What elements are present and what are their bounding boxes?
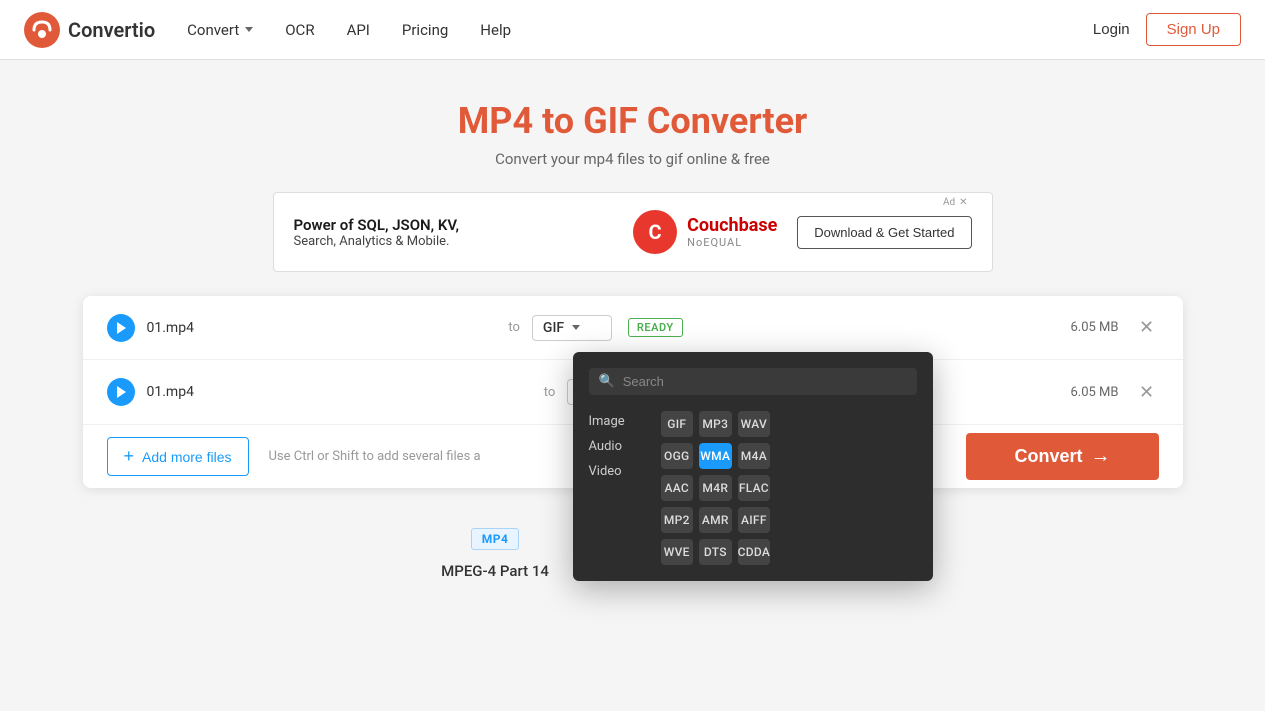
main-nav: Convert OCR API Pricing Help: [187, 21, 1093, 39]
category-list: Image Audio Video: [589, 411, 649, 565]
format-grid: GIFMP3WAV OGGWMAM4A AACM4RFLAC MP2AMRAIFF WV…: [661, 411, 771, 565]
search-container: 🔍: [589, 368, 917, 395]
nav-help[interactable]: Help: [480, 21, 511, 39]
file-name-1: 01.mp4: [147, 320, 497, 336]
couchbase-tagline: NoEQUAL: [687, 236, 777, 249]
category-image[interactable]: Image: [589, 411, 649, 432]
format-chip-m4r[interactable]: M4R: [699, 475, 732, 501]
converter-area: 01.mp4 to GIF READY 6.05 MB 01.mp4 to GI…: [83, 296, 1183, 488]
format-select-1[interactable]: GIF: [532, 315, 612, 341]
format-chip-dts[interactable]: DTS: [699, 539, 732, 565]
ready-badge-1: READY: [628, 318, 683, 337]
info-card-mp4: MP4 MPEG-4 Part 14: [441, 528, 549, 580]
format-select-text-1: GIF: [543, 320, 564, 336]
format-chip-mp2[interactable]: MP2: [661, 507, 694, 533]
play-button-2[interactable]: [107, 378, 135, 406]
format-chip-gif[interactable]: GIF: [661, 411, 694, 437]
file-row: 01.mp4 to GIF READY 6.05 MB: [83, 296, 1183, 360]
close-icon: [1139, 382, 1154, 403]
nav-convert[interactable]: Convert: [187, 21, 253, 39]
format-chip-mp3[interactable]: MP3: [699, 411, 732, 437]
format-chip-aiff[interactable]: AIFF: [738, 507, 771, 533]
dropdown-body: Image Audio Video GIFMP3WAVOGGWMAM4AAACM…: [589, 411, 917, 565]
ad-inner: Power of SQL, JSON, KV, Search, Analytic…: [274, 210, 992, 254]
to-label-1: to: [508, 320, 520, 335]
file-name-2: 01.mp4: [147, 384, 532, 400]
ad-banner: Ad ✕ Power of SQL, JSON, KV, Search, Ana…: [273, 192, 993, 272]
page-subtitle: Convert your mp4 files to gif online & f…: [20, 150, 1245, 168]
format-chip-aac[interactable]: AAC: [661, 475, 694, 501]
ad-badge: Ad ✕: [943, 197, 968, 208]
category-video[interactable]: Video: [589, 461, 649, 482]
page-title: MP4 to GIF Converter: [20, 100, 1245, 142]
ad-headline: Power of SQL, JSON, KV,: [294, 216, 614, 234]
format-dropdown: 🔍 Image Audio Video GIFMP3WAV OGGWMAM4A AA…: [573, 352, 933, 581]
ad-logo: C Couchbase NoEQUAL: [633, 210, 777, 254]
mp4-badge: MP4: [471, 528, 520, 550]
add-files-label: Add more files: [142, 449, 231, 465]
logo[interactable]: Convertio: [24, 12, 155, 48]
to-label-2: to: [544, 385, 556, 400]
chevron-down-icon: [572, 325, 580, 330]
main-content: MP4 to GIF Converter Convert your mp4 fi…: [0, 60, 1265, 620]
ad-close-icon[interactable]: ✕: [959, 197, 967, 208]
format-chip-m4a[interactable]: M4A: [738, 443, 771, 469]
ad-cta-button[interactable]: Download & Get Started: [797, 216, 971, 249]
couchbase-logo-icon: C: [633, 210, 677, 254]
nav-pricing[interactable]: Pricing: [402, 21, 448, 39]
format-chip-flac[interactable]: FLAC: [738, 475, 771, 501]
file-size-1: 6.05 MB: [1049, 320, 1119, 335]
close-button-2[interactable]: [1135, 380, 1159, 404]
ad-subtext: Search, Analytics & Mobile.: [294, 234, 614, 249]
search-icon: 🔍: [599, 374, 615, 389]
convert-button[interactable]: Convert →: [966, 433, 1158, 480]
header: Convertio Convert OCR API Pricing Help L…: [0, 0, 1265, 60]
add-files-button[interactable]: + Add more files: [107, 437, 249, 476]
nav-ocr[interactable]: OCR: [285, 21, 314, 39]
play-icon: [117, 322, 126, 334]
play-icon: [117, 386, 126, 398]
convert-label: Convert: [1014, 446, 1082, 467]
logo-text: Convertio: [68, 18, 155, 42]
format-chip-cdda[interactable]: CDDA: [738, 539, 771, 565]
close-button-1[interactable]: [1135, 316, 1159, 340]
format-chip-ogg[interactable]: OGG: [661, 443, 694, 469]
format-chip-amr[interactable]: AMR: [699, 507, 732, 533]
convert-arrow-icon: →: [1091, 445, 1111, 468]
format-chip-wav[interactable]: WAV: [738, 411, 771, 437]
play-button-1[interactable]: [107, 314, 135, 342]
couchbase-name: Couchbase: [687, 215, 777, 236]
mp4-title: MPEG-4 Part 14: [441, 562, 549, 580]
login-button[interactable]: Login: [1093, 21, 1130, 38]
ad-text: Power of SQL, JSON, KV, Search, Analytic…: [294, 216, 614, 249]
header-actions: Login Sign Up: [1093, 13, 1241, 46]
nav-api[interactable]: API: [347, 21, 370, 39]
signup-button[interactable]: Sign Up: [1146, 13, 1241, 46]
close-icon: [1139, 317, 1154, 338]
plus-icon: +: [124, 446, 135, 467]
logo-icon: [24, 12, 60, 48]
category-audio[interactable]: Audio: [589, 436, 649, 457]
file-size-2: 6.05 MB: [1049, 385, 1119, 400]
search-input[interactable]: [623, 374, 907, 389]
ad-label: Ad: [943, 197, 955, 208]
couchbase-text: Couchbase NoEQUAL: [687, 215, 777, 249]
chevron-down-icon: [245, 27, 253, 32]
format-chip-wma[interactable]: WMA: [699, 443, 732, 469]
format-chip-wve[interactable]: WVE: [661, 539, 694, 565]
